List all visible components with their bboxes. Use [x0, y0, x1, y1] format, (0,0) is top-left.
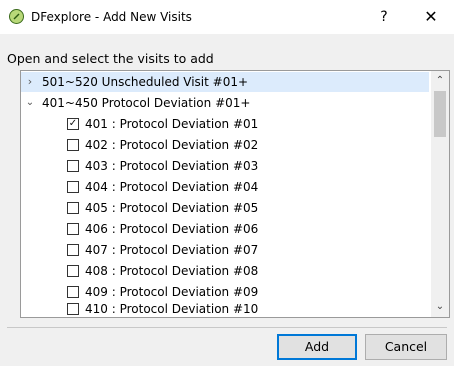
- tree-group-label: 501~520 Unscheduled Visit #01+: [42, 75, 249, 89]
- tree-item-row[interactable]: 404 : Protocol Deviation #04: [21, 177, 429, 197]
- instructions-label: Open and select the visits to add: [7, 51, 214, 66]
- add-new-visits-dialog: DFexplore - Add New Visits ? ✕ Open and …: [0, 0, 454, 366]
- scroll-up-arrow-icon[interactable]: ⌃: [431, 73, 449, 89]
- scroll-down-arrow-icon[interactable]: ⌄: [431, 299, 449, 315]
- dfexplore-app-icon: [9, 9, 24, 24]
- visits-tree[interactable]: › 501~520 Unscheduled Visit #01+ ⌄ 401~4…: [20, 70, 450, 318]
- tree-item-row[interactable]: 405 : Protocol Deviation #05: [21, 198, 429, 218]
- tree-item-row[interactable]: 403 : Protocol Deviation #03: [21, 156, 429, 176]
- visit-label: 405 : Protocol Deviation #05: [85, 201, 259, 215]
- vertical-scrollbar[interactable]: ⌃ ⌄: [431, 71, 449, 317]
- tree-group-row[interactable]: › 501~520 Unscheduled Visit #01+: [21, 72, 429, 92]
- tree-group-label: 401~450 Protocol Deviation #01+: [42, 96, 251, 110]
- help-button[interactable]: ?: [374, 8, 394, 26]
- visit-label: 403 : Protocol Deviation #03: [85, 159, 259, 173]
- visit-label: 406 : Protocol Deviation #06: [85, 222, 259, 236]
- visit-label: 407 : Protocol Deviation #07: [85, 243, 259, 257]
- expand-arrow-icon[interactable]: ›: [24, 72, 36, 92]
- tree-item-row[interactable]: 410 : Protocol Deviation #10: [21, 299, 429, 317]
- tree-item-row[interactable]: 406 : Protocol Deviation #06: [21, 219, 429, 239]
- tree-group-row[interactable]: ⌄ 401~450 Protocol Deviation #01+: [21, 93, 429, 113]
- tree-item-row[interactable]: ✓ 401 : Protocol Deviation #01: [21, 114, 429, 134]
- cancel-button[interactable]: Cancel: [365, 334, 447, 360]
- tree-item-row[interactable]: 402 : Protocol Deviation #02: [21, 135, 429, 155]
- collapse-arrow-icon[interactable]: ⌄: [24, 93, 36, 113]
- visit-label: 402 : Protocol Deviation #02: [85, 138, 259, 152]
- visit-label: 410 : Protocol Deviation #10: [85, 302, 259, 316]
- title-bar: DFexplore - Add New Visits ? ✕: [0, 0, 454, 34]
- tree-item-row[interactable]: 408 : Protocol Deviation #08: [21, 261, 429, 281]
- visit-checkbox[interactable]: [67, 160, 79, 172]
- window-title: DFexplore - Add New Visits: [31, 10, 192, 24]
- visit-checkbox[interactable]: [67, 181, 79, 193]
- visit-checkbox[interactable]: [67, 223, 79, 235]
- add-button[interactable]: Add: [277, 334, 357, 360]
- visit-checkbox[interactable]: [67, 265, 79, 277]
- visit-checkbox[interactable]: [67, 286, 79, 298]
- visit-checkbox[interactable]: [67, 202, 79, 214]
- scrollbar-thumb[interactable]: [434, 91, 446, 137]
- tree-item-row[interactable]: 407 : Protocol Deviation #07: [21, 240, 429, 260]
- visit-label: 404 : Protocol Deviation #04: [85, 180, 259, 194]
- visit-checkbox[interactable]: [67, 139, 79, 151]
- close-button[interactable]: ✕: [420, 7, 442, 27]
- divider: [7, 327, 447, 328]
- visit-checkbox[interactable]: [67, 244, 79, 256]
- visit-label: 408 : Protocol Deviation #08: [85, 264, 259, 278]
- visit-checkbox[interactable]: [67, 303, 79, 315]
- visit-label: 401 : Protocol Deviation #01: [85, 117, 259, 131]
- visit-checkbox[interactable]: ✓: [67, 118, 79, 130]
